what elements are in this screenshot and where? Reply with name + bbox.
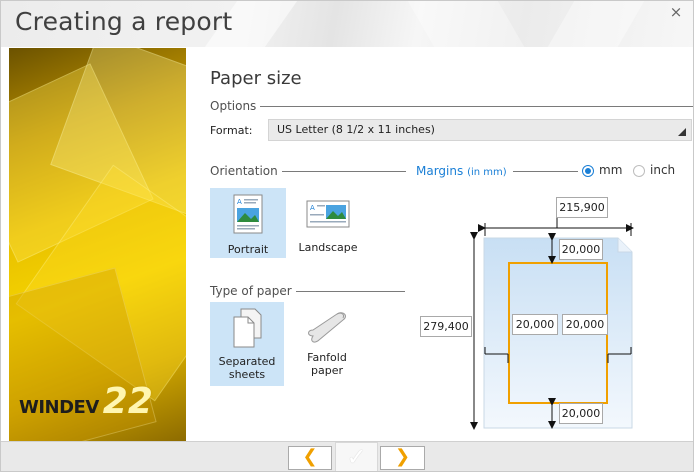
paper-type-group-label: Type of paper [210,284,296,298]
page-width-field[interactable]: 215,900 [556,197,608,218]
landscape-option[interactable]: A Landscape [290,188,366,258]
margins-group-label: Margins (in mm) [416,164,511,178]
close-button[interactable]: × [667,3,685,21]
next-button[interactable]: ❯ [380,446,425,470]
previous-button[interactable]: ❮ [288,446,332,470]
window-title: Creating a report [15,7,233,36]
wizard-side-banner: WINDEV 22 [9,48,186,441]
windev-logo: WINDEV 22 [19,381,153,422]
finish-button[interactable]: ✓ [335,442,378,471]
unit-inch-radio[interactable] [633,165,645,177]
margins-label: Margins [416,164,464,178]
margins-divider-left [392,171,406,172]
bottom-margin-field[interactable]: 20,000 [559,403,603,424]
options-group-label: Options [210,99,261,113]
dropdown-arrow-icon [678,128,686,136]
unit-inch-label: inch [650,163,676,177]
landscape-label: Landscape [298,241,358,254]
unit-mm-radio[interactable] [582,165,594,177]
format-select-value: US Letter (8 1/2 x 11 inches) [277,123,435,136]
wizard-navigation-bar: ❮ ✓ ❯ [1,441,693,471]
portrait-option[interactable]: A Portrait [210,188,286,258]
svg-text:A: A [237,198,242,206]
paper-sheet [483,237,633,429]
separated-sheets-label-2: sheets [228,368,266,381]
page-title: Paper size [210,68,302,89]
separated-sheets-icon [233,308,262,348]
fanfold-label-1: Fanfold [307,351,347,364]
top-margin-field[interactable]: 20,000 [559,239,603,260]
margins-divider-right [513,171,578,172]
unit-mm-label: mm [599,163,623,177]
format-label: Format: [210,124,253,137]
right-margin-field[interactable]: 20,000 [562,314,608,335]
title-decoration [547,1,645,47]
portrait-label: Portrait [227,243,269,256]
logo-text: WINDEV [19,397,99,418]
title-decoration [407,1,525,47]
orientation-group-label: Orientation [210,164,282,178]
wizard-content: Paper size Options Format: US Letter (8 … [186,48,693,441]
margins-unit-note: (in mm) [467,167,507,178]
page-height-field[interactable]: 279,400 [420,316,472,337]
logo-version: 22 [102,381,153,422]
fanfold-paper-icon [308,312,346,343]
left-margin-field[interactable]: 20,000 [512,314,558,335]
options-divider [210,106,693,107]
fanfold-label-2: paper [311,364,343,377]
portrait-page-icon: A [233,194,263,234]
title-bar: Creating a report × [1,1,693,47]
report-wizard-window: Creating a report × WINDEV 22 Paper size… [0,0,694,472]
fanfold-paper-option[interactable]: Fanfold paper [290,302,364,386]
separated-sheets-option[interactable]: Separated sheets [210,302,284,386]
separated-sheets-label-1: Separated [218,355,276,368]
landscape-page-icon: A [306,200,350,228]
format-select[interactable]: US Letter (8 1/2 x 11 inches) [268,119,692,141]
svg-text:A: A [310,204,315,212]
